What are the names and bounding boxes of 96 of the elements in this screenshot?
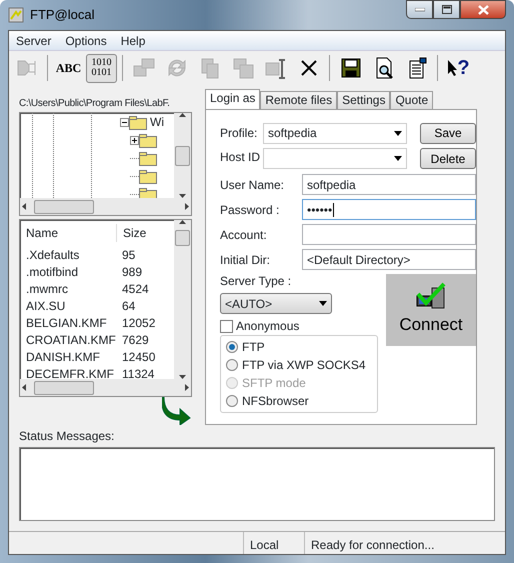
connect-button[interactable]: Connect (386, 274, 476, 346)
field-label: Initial Dir: (220, 252, 272, 268)
file-size: 4524 (121, 280, 150, 298)
file-name: .motifbind (25, 264, 80, 280)
scroll-thumb[interactable] (175, 230, 190, 246)
field-label: Server Type : (220, 273, 292, 290)
save-icon (338, 56, 362, 80)
tab[interactable]: Remote files (260, 91, 338, 109)
field-label: Host ID (220, 149, 262, 166)
tree-item[interactable]: Wi (120, 113, 174, 131)
menu-item[interactable]: Server (9, 32, 58, 50)
radio-button[interactable] (226, 359, 238, 371)
dropdown-arrow-icon (319, 301, 327, 306)
folder-icon (139, 186, 157, 198)
field-label: Profile: (220, 125, 258, 142)
collapse-icon[interactable] (120, 118, 129, 126)
scroll-left-icon (22, 203, 26, 210)
tab[interactable]: Login as (205, 89, 260, 110)
maximize-button[interactable] (433, 0, 460, 19)
column-header[interactable]: Name (20, 224, 116, 242)
radio-button[interactable] (226, 395, 238, 407)
toolbar-button[interactable]: 1010 0101 (86, 54, 117, 82)
expand-icon[interactable] (130, 136, 139, 144)
close-button[interactable] (460, 0, 506, 19)
toolbar-button[interactable]: ABC (53, 54, 84, 82)
scroll-up-icon (179, 220, 186, 224)
radio-label: FTP via XWP SOCKS4 (242, 357, 366, 374)
file-name: BELGIAN.KMF (25, 314, 108, 332)
file-size: 64 (121, 298, 136, 314)
scroll-right-icon (185, 384, 189, 391)
dropdown[interactable]: <AUTO> (220, 293, 332, 314)
checkbox[interactable] (220, 320, 233, 332)
input-field[interactable]: <Default Directory> (302, 249, 476, 270)
scroll-thumb[interactable] (34, 380, 94, 394)
column-header[interactable]: Size (116, 224, 156, 242)
dropdown-value: softpedia (268, 125, 317, 142)
status-panel: Local (243, 532, 304, 554)
scroll-thumb[interactable] (34, 200, 94, 214)
folder-icon (139, 168, 157, 184)
file-size: 11324 (121, 366, 156, 379)
folder-icon (139, 132, 157, 148)
scrollbar[interactable] (20, 198, 191, 215)
folder-icon (139, 150, 157, 166)
folder-icon (129, 114, 147, 130)
pages-icon (230, 56, 254, 80)
file-size: 95 (121, 246, 136, 264)
menu-item[interactable]: Help (114, 32, 152, 50)
file-name: DECEMFR.KMF (25, 366, 115, 379)
dropdown[interactable]: softpedia (263, 122, 407, 144)
file-size: 12052 (121, 314, 156, 332)
path-label: C:\Users\Public\Program Files\LabF. (19, 97, 170, 111)
field-label: Account: (220, 226, 268, 244)
minimize-icon (414, 8, 424, 12)
tab[interactable]: Quote (390, 91, 434, 109)
delete-button[interactable]: Delete (420, 148, 476, 169)
radio-label: NFSbrowser (242, 393, 309, 410)
scroll-left-icon (22, 384, 26, 391)
file-size: 12450 (121, 348, 156, 366)
minimize-button[interactable] (406, 0, 433, 19)
rename-icon (264, 56, 288, 80)
file-name: .Xdefaults (25, 246, 80, 264)
status-label: Status Messages: (18, 428, 116, 445)
close-icon (478, 4, 488, 14)
radio-label: SFTP mode (242, 375, 306, 392)
save-button[interactable]: Save (420, 122, 476, 144)
field-label: User Name: (220, 176, 286, 194)
scroll-right-icon (185, 203, 189, 210)
file-name: DANISH.KMF (25, 348, 102, 366)
input-field[interactable]: softpedia (302, 174, 476, 195)
file-name: .mwmrc (25, 280, 69, 298)
file-name: CROATIAN.KMF (25, 332, 116, 348)
input-field[interactable]: •••••• (302, 199, 476, 220)
status-panel: Ready for connection... (304, 532, 440, 554)
app-icon (8, 7, 24, 23)
file-name: AIX.SU (25, 298, 66, 314)
dropdown-arrow-icon (394, 130, 402, 136)
input-field[interactable] (302, 224, 476, 245)
file-size: 989 (121, 264, 144, 280)
menu-item[interactable]: Options (58, 32, 114, 50)
curved-arrow-icon (162, 397, 192, 425)
scrollbar[interactable] (20, 379, 191, 396)
scroll-thumb[interactable] (175, 146, 190, 166)
dropdown-arrow-icon (394, 156, 402, 161)
maximize-icon (442, 5, 452, 14)
field-label: Password : (220, 202, 280, 218)
scrollbar[interactable] (174, 220, 191, 379)
pointer-icon (447, 59, 458, 77)
radio-button[interactable] (226, 341, 238, 353)
window-title: FTP@local (30, 6, 94, 24)
scrollbar[interactable] (174, 113, 191, 198)
radio-label: FTP (242, 339, 265, 356)
checkbox-label: Anonymous (236, 318, 300, 335)
help-button[interactable]: ? (443, 54, 474, 82)
tab[interactable]: Settings (337, 91, 390, 109)
file-size: 7629 (121, 332, 150, 348)
scroll-up-icon (179, 113, 186, 117)
